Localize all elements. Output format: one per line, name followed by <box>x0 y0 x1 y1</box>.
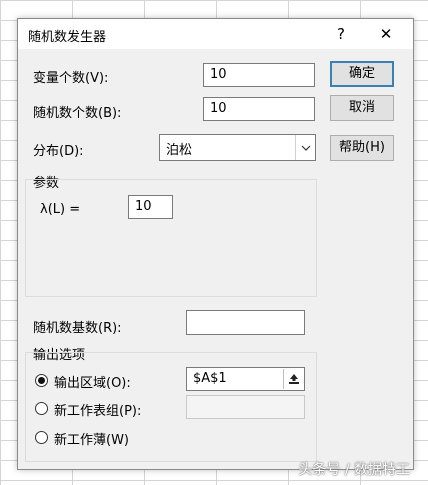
output-range-radio[interactable] <box>35 374 48 387</box>
num-random-input[interactable]: 10 <box>203 97 315 121</box>
output-range-value: $A$1 <box>193 371 227 386</box>
num-variables-label: 变量个数(V): <box>33 71 109 86</box>
ok-button[interactable]: 确定 <box>330 61 394 87</box>
new-workbook-label: 新工作薄(W) <box>54 433 129 448</box>
seed-label: 随机数基数(R): <box>33 321 122 336</box>
close-icon[interactable]: ✕ <box>373 23 399 45</box>
title-bar: 随机数发生器 ? ✕ <box>18 19 413 49</box>
watermark: 头条号 / 数据特工 <box>298 462 410 478</box>
help-button[interactable]: 帮助(H) <box>330 135 394 161</box>
help-icon[interactable]: ? <box>328 23 354 45</box>
new-sheet-label: 新工作表组(P): <box>54 404 142 419</box>
new-sheet-input[interactable] <box>186 395 305 419</box>
seed-input[interactable] <box>186 310 305 335</box>
output-range-label: 输出区域(O): <box>54 376 131 391</box>
cancel-button[interactable]: 取消 <box>330 95 394 121</box>
output-range-input[interactable]: $A$1 <box>186 367 305 391</box>
chevron-down-icon[interactable] <box>295 135 315 160</box>
distribution-select[interactable]: 泊松 <box>159 134 316 161</box>
random-number-generator-dialog: 随机数发生器 ? ✕ 变量个数(V): 10 随机数个数(B): 10 分布(D… <box>17 18 414 470</box>
num-variables-input[interactable]: 10 <box>203 63 315 87</box>
distribution-label: 分布(D): <box>33 144 84 159</box>
new-workbook-radio[interactable] <box>35 431 48 444</box>
lambda-input[interactable]: 10 <box>128 195 173 219</box>
distribution-value: 泊松 <box>166 143 193 158</box>
collapse-dialog-icon[interactable] <box>283 369 304 389</box>
new-sheet-radio[interactable] <box>35 402 48 415</box>
dialog-title: 随机数发生器 <box>28 30 107 45</box>
num-random-label: 随机数个数(B): <box>33 106 122 121</box>
lambda-label: λ(L) = <box>40 202 81 217</box>
